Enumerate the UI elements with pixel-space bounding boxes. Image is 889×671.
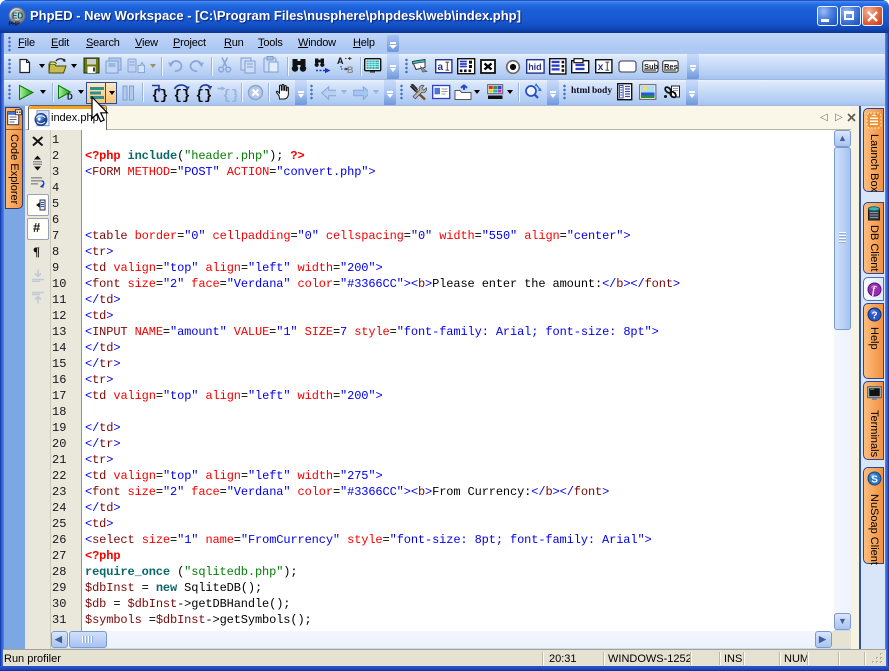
svg-text:a: a	[438, 62, 444, 73]
svg-text:A: A	[337, 56, 344, 66]
svg-text:hid: hid	[528, 62, 542, 72]
svg-text:{}: {}	[196, 88, 213, 103]
svg-text:ED: ED	[12, 12, 23, 21]
svg-text:B: B	[347, 65, 354, 74]
svg-text:{}: {}	[174, 88, 191, 103]
svg-text:x: x	[598, 62, 604, 73]
svg-text:D: D	[67, 93, 73, 102]
svg-text:{}: {}	[223, 88, 238, 103]
svg-text:?: ?	[872, 311, 878, 322]
svg-text:S: S	[871, 475, 878, 486]
svg-text:PHP: PHP	[9, 22, 21, 27]
